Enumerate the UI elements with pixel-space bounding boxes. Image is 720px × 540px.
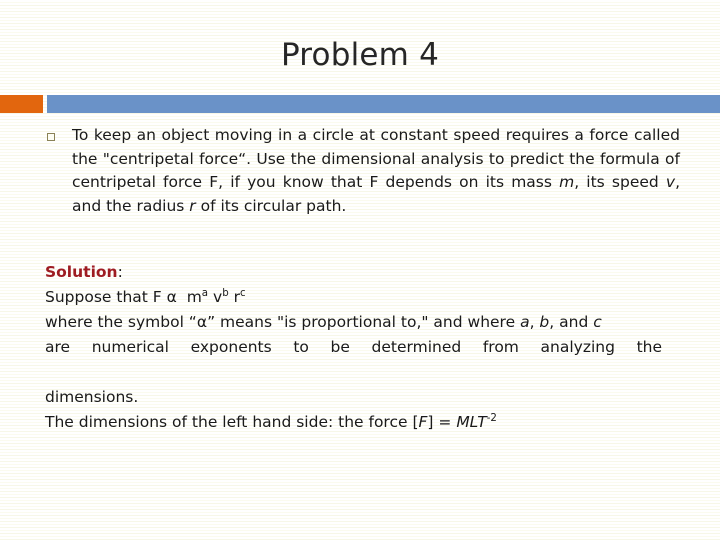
solution-heading-row: Solution: [45,260,662,285]
accent-bar-orange [0,95,43,113]
problem-statement-block: To keep an object moving in a circle at … [44,124,680,218]
symbol-mass-m: m [559,173,575,191]
problem-paragraph: To keep an object moving in a circle at … [72,124,680,218]
where-prefix: where the symbol “ [45,313,197,331]
solution-block: Solution: Suppose that F α ma vb rc wher… [45,260,662,435]
where-middle: ” means "is proportional to," and where [207,313,521,331]
suppose-prefix: Suppose that F [45,288,167,306]
lhs-equals: ] = [427,413,457,431]
bullet-list-item: To keep an object moving in a circle at … [44,124,680,218]
term-v: v [213,288,223,306]
where-sep-1: , [529,313,540,331]
accent-bar-blue [47,95,720,113]
solution-are-line: are numerical exponents to be determined… [45,338,662,356]
problem-line-4-tail: of its circular path. [195,196,347,215]
dimension-exponent: -2 [486,412,497,424]
where-sep-2: , and [549,313,594,331]
slide-canvas: Problem 4 To keep an object moving in a … [0,0,720,540]
problem-line-3-tail: , [574,173,580,191]
hollow-square-bullet-icon [47,133,55,141]
term-m: m [186,288,202,306]
exponent-c: c [240,287,246,299]
lhs-prefix: The dimensions of the left hand side: th… [45,413,419,431]
alpha-symbol-quoted: α [196,313,208,331]
solution-heading-colon: : [117,263,123,281]
dimension-MLT: MLT [456,413,487,431]
problem-line-1: To keep an object moving in a circle at … [72,126,629,144]
exponent-var-b: b [539,313,550,331]
exponent-var-c: c [593,313,602,331]
solution-suppose-line: Suppose that F α ma vb rc [45,285,662,310]
solution-heading: Solution [45,263,118,281]
symbol-speed-v: v [665,173,676,191]
exponent-var-a: a [520,313,530,331]
solution-dimensions-line: dimensions. [45,388,139,406]
solution-where-line: where the symbol “α” means "is proportio… [45,310,662,335]
proportional-alpha-symbol: α [166,288,177,306]
problem-line-4-text: its speed [586,173,666,191]
page-title: Problem 4 [280,37,440,73]
solution-lhs-line: The dimensions of the left hand side: th… [45,410,662,435]
